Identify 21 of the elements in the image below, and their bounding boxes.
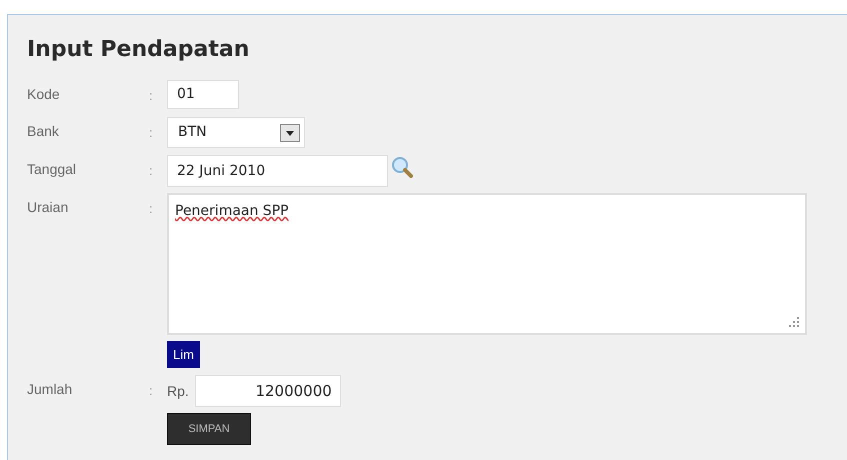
date-field[interactable]: 22 Juni 2010 <box>167 155 388 187</box>
description-textarea[interactable]: Penerimaan SPP <box>167 193 807 335</box>
colon: : <box>149 125 153 140</box>
field-label: Tanggal <box>27 160 76 179</box>
field-label: Jumlah <box>27 380 72 399</box>
colon: : <box>149 201 153 216</box>
lim-button[interactable]: Lim <box>167 341 200 368</box>
field-label: Uraian <box>27 198 68 217</box>
colon: : <box>149 383 153 398</box>
colon: : <box>149 88 153 103</box>
form-title: Input Pendapatan <box>27 36 250 64</box>
currency-prefix: Rp. <box>167 382 190 401</box>
bank-select[interactable]: BTN <box>167 117 305 148</box>
field-label: Bank <box>27 122 59 141</box>
amount-field[interactable]: 12000000 <box>194 375 341 407</box>
search-icon[interactable] <box>390 155 414 179</box>
colon: : <box>149 163 153 178</box>
save-button[interactable]: SIMPAN <box>167 413 251 445</box>
kode-field[interactable]: 01 <box>167 80 239 109</box>
field-label: Kode <box>27 85 60 104</box>
resize-grip-icon[interactable] <box>789 317 799 327</box>
